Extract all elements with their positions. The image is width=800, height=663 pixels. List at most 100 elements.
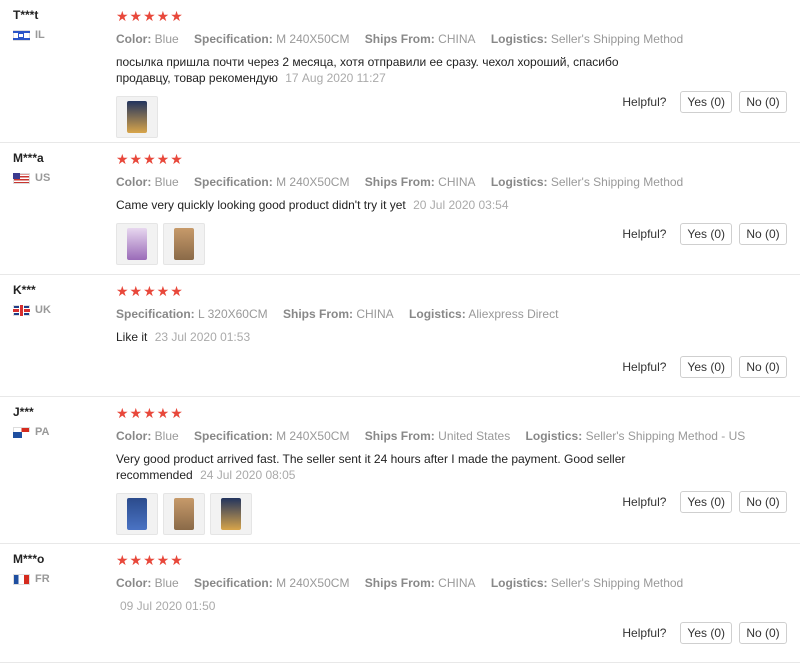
- helpful-no-button[interactable]: No (0): [739, 356, 787, 378]
- review-attributes: Specification: L 320X60CM Ships From: CH…: [116, 307, 716, 321]
- reviewer-country: US: [13, 172, 103, 184]
- review-item: K*** UK ★★★★★ Specification: L 320X60CM …: [0, 275, 800, 397]
- ships-from-value: United States: [438, 429, 511, 443]
- logistics-label: Logistics:: [490, 175, 548, 189]
- logistics-label: Logistics:: [409, 307, 466, 321]
- review-text-block: Like it 23 Jul 2020 01:53: [116, 329, 676, 345]
- israel-flag-icon: [13, 29, 30, 41]
- helpful-no-button[interactable]: No (0): [739, 223, 787, 245]
- helpful-no-button[interactable]: No (0): [739, 622, 787, 644]
- ships-from-label: Ships From:: [364, 175, 435, 189]
- reviewer-country: UK: [13, 304, 103, 316]
- ships-from-label: Ships From:: [364, 32, 435, 46]
- review-date: 23 Jul 2020 01:53: [154, 330, 251, 344]
- color-value: Blue: [154, 175, 179, 189]
- reviewer-info: K*** UK: [13, 283, 103, 316]
- color-label: Color:: [116, 32, 152, 46]
- ships-from-label: Ships From:: [282, 307, 353, 321]
- helpful-label: Helpful?: [622, 95, 667, 109]
- ships-from-label: Ships From:: [364, 576, 435, 590]
- specification-label: Specification:: [194, 32, 273, 46]
- specification-value: M 240X50CM: [276, 429, 350, 443]
- country-code: IL: [35, 29, 45, 41]
- reviewer-name: M***a: [13, 151, 44, 165]
- helpful-vote: Helpful? Yes (0) No (0): [622, 491, 787, 513]
- country-code: FR: [35, 573, 50, 585]
- helpful-vote: Helpful? Yes (0) No (0): [622, 356, 787, 378]
- review-attributes: Color: Blue Specification: M 240X50CM Sh…: [116, 576, 716, 590]
- logistics-value: Seller's Shipping Method: [550, 576, 684, 590]
- helpful-label: Helpful?: [622, 227, 667, 241]
- review-text-block: Came very quickly looking good product d…: [116, 197, 676, 213]
- review-attributes: Color: Blue Specification: M 240X50CM Sh…: [116, 32, 716, 46]
- reviewer-info: M***o FR: [13, 552, 103, 585]
- helpful-yes-button[interactable]: Yes (0): [680, 491, 732, 513]
- review-text-block: 09 Jul 2020 01:50: [116, 598, 676, 614]
- review-content: ★★★★★ Color: Blue Specification: M 240X5…: [116, 8, 716, 138]
- review-text: Like it: [116, 330, 148, 344]
- photo-icon[interactable]: [210, 493, 252, 535]
- review-content: ★★★★★ Color: Blue Specification: M 240X5…: [116, 405, 745, 535]
- france-flag-icon: [13, 573, 30, 585]
- helpful-vote: Helpful? Yes (0) No (0): [622, 91, 787, 113]
- color-label: Color:: [116, 429, 152, 443]
- panama-flag-icon: [13, 426, 30, 438]
- country-code: US: [35, 172, 51, 184]
- photo-icon[interactable]: [116, 223, 158, 265]
- review-date: 20 Jul 2020 03:54: [413, 198, 509, 212]
- reviewer-info: J*** PA: [13, 405, 103, 438]
- ships-from-value: CHINA: [438, 32, 476, 46]
- helpful-label: Helpful?: [622, 495, 667, 509]
- color-label: Color:: [116, 576, 152, 590]
- star-rating: ★★★★★: [116, 8, 184, 24]
- helpful-label: Helpful?: [622, 360, 667, 374]
- helpful-no-button[interactable]: No (0): [739, 491, 787, 513]
- helpful-yes-button[interactable]: Yes (0): [680, 223, 732, 245]
- logistics-value: Seller's Shipping Method: [550, 175, 684, 189]
- specification-label: Specification:: [116, 307, 195, 321]
- country-code: PA: [35, 426, 50, 438]
- helpful-vote: Helpful? Yes (0) No (0): [622, 622, 787, 644]
- color-value: Blue: [154, 576, 179, 590]
- country-code: UK: [35, 304, 51, 316]
- review-text-block: посылка пришла почти через 2 месяца, хот…: [116, 54, 676, 86]
- reviewer-name: K***: [13, 283, 36, 297]
- helpful-yes-button[interactable]: Yes (0): [680, 91, 732, 113]
- specification-value: M 240X50CM: [276, 175, 350, 189]
- specification-label: Specification:: [194, 175, 273, 189]
- helpful-vote: Helpful? Yes (0) No (0): [622, 223, 787, 245]
- logistics-value: Seller's Shipping Method: [550, 32, 684, 46]
- photo-icon[interactable]: [163, 493, 205, 535]
- review-date: 24 Jul 2020 08:05: [200, 468, 296, 482]
- reviewer-name: M***o: [13, 552, 45, 566]
- review-item: M***a US ★★★★★ Color: Blue Specification…: [0, 143, 800, 275]
- logistics-value: Seller's Shipping Method - US: [585, 429, 746, 443]
- ships-from-label: Ships From:: [364, 429, 435, 443]
- color-value: Blue: [154, 429, 179, 443]
- reviewer-country: FR: [13, 573, 103, 585]
- photo-icon[interactable]: [116, 96, 158, 138]
- specification-label: Specification:: [194, 429, 273, 443]
- helpful-label: Helpful?: [622, 626, 667, 640]
- star-rating: ★★★★★: [116, 552, 184, 568]
- ships-from-value: CHINA: [438, 175, 476, 189]
- photo-icon[interactable]: [116, 493, 158, 535]
- review-item: J*** PA ★★★★★ Color: Blue Specification:…: [0, 397, 800, 544]
- review-content: ★★★★★ Color: Blue Specification: M 240X5…: [116, 552, 716, 614]
- review-content: ★★★★★ Color: Blue Specification: M 240X5…: [116, 151, 716, 265]
- helpful-yes-button[interactable]: Yes (0): [680, 356, 732, 378]
- review-attributes: Color: Blue Specification: M 240X50CM Sh…: [116, 175, 716, 189]
- color-value: Blue: [154, 32, 179, 46]
- specification-label: Specification:: [194, 576, 273, 590]
- reviewer-country: PA: [13, 426, 103, 438]
- reviewer-country: IL: [13, 29, 103, 41]
- review-date: 09 Jul 2020 01:50: [120, 599, 216, 613]
- helpful-yes-button[interactable]: Yes (0): [680, 622, 732, 644]
- specification-value: M 240X50CM: [276, 576, 350, 590]
- photo-icon[interactable]: [163, 223, 205, 265]
- review-content: ★★★★★ Specification: L 320X60CM Ships Fr…: [116, 283, 716, 345]
- review-text-block: Very good product arrived fast. The sell…: [116, 451, 676, 483]
- logistics-value: Aliexpress Direct: [468, 307, 559, 321]
- helpful-no-button[interactable]: No (0): [739, 91, 787, 113]
- specification-value: L 320X60CM: [198, 307, 268, 321]
